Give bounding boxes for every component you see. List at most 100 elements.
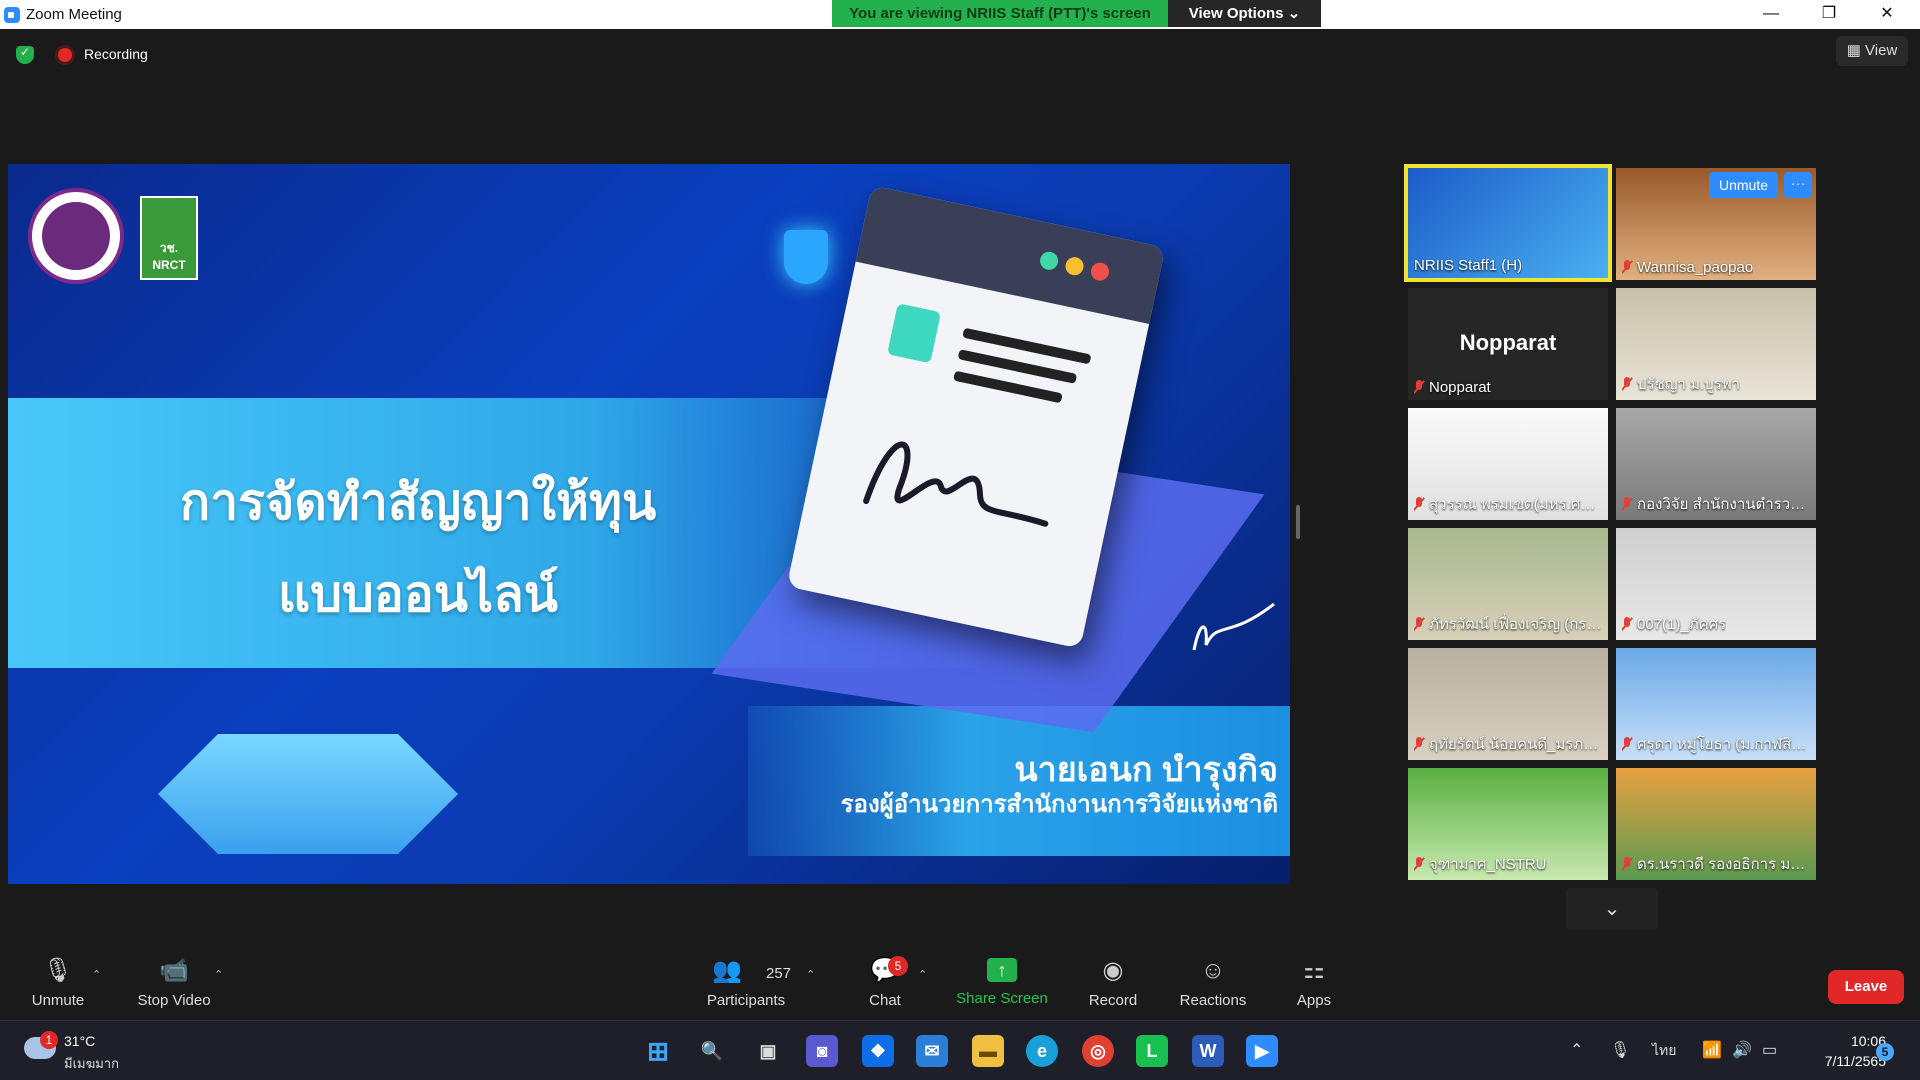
participant-tile[interactable]: ฤทัยรัตน์ น้อยคนดี_มรภ.ก... (1408, 648, 1608, 760)
unmute-button[interactable]: 🎙 Unmute (28, 957, 88, 1010)
participant-tile[interactable]: ปรัชญา ม.บูรพา (1616, 288, 1816, 400)
more-options-button[interactable]: ··· (1784, 172, 1812, 198)
participant-tile[interactable]: Nopparat Nopparat (1408, 288, 1608, 400)
muted-mic-icon (1622, 260, 1632, 274)
muted-mic-icon (1622, 377, 1632, 391)
muted-mic-icon (1622, 617, 1632, 631)
muted-mic-icon (1414, 737, 1424, 751)
muted-mic-icon (1414, 380, 1424, 394)
nrct-seal-logo (28, 188, 124, 284)
chrome-browser-icon[interactable]: ◎ (1082, 1035, 1114, 1067)
participant-name: สุวรรณ พรมเขต(มหร.ศรีวิ... (1429, 496, 1602, 513)
video-camera-icon: 📹 (159, 957, 189, 984)
shield-check-icon (784, 230, 828, 284)
apps-button[interactable]: ⚏ Apps (1292, 958, 1336, 1010)
windows-start-icon[interactable]: ⊞ (642, 1035, 674, 1067)
muted-microphone-icon: 🎙 (42, 957, 74, 984)
participant-name: ปรัชญา ม.บูรพา (1637, 376, 1741, 393)
participants-options-caret-icon[interactable]: ⌃ (806, 968, 815, 981)
encryption-shield-icon[interactable] (16, 45, 34, 64)
participant-name: ฤทัยรัตน์ น้อยคนดี_มรภ.ก... (1429, 736, 1602, 753)
close-button[interactable]: ✕ (1858, 0, 1916, 29)
participant-tile[interactable]: ภัทรวัฒน์ เฟื่องเจริญ (กรม... (1408, 528, 1608, 640)
zoom-taskbar-icon[interactable]: ▶ (1246, 1035, 1278, 1067)
ask-unmute-button[interactable]: Unmute (1708, 172, 1778, 198)
scroll-down-chevron-icon[interactable]: ⌄ (1566, 888, 1658, 930)
chat-unread-badge: 5 (888, 956, 908, 976)
participant-tile[interactable]: ดร.นราวดี รองอธิการ มรภ.... (1616, 768, 1816, 880)
participant-name: Nopparat (1429, 379, 1491, 396)
speaker-position: รองผู้อำนวยการสำนักงานการวิจัยแห่งชาติ (840, 791, 1278, 818)
slide-title: การจัดทำสัญญาให้ทุน แบบออนไลน์ (179, 474, 657, 622)
participant-tile[interactable]: ศรุดา หมู่โยธา (ม.กาฬสินธุ์) (1616, 648, 1816, 760)
search-icon[interactable]: 🔍 (696, 1035, 728, 1067)
task-view-icon[interactable]: ▣ (752, 1035, 784, 1067)
share-screen-button[interactable]: ↑ Share Screen (954, 958, 1050, 1007)
window-title: Zoom Meeting (26, 6, 122, 23)
microphone-tray-icon[interactable]: 🎙 (1610, 1040, 1630, 1060)
restore-button[interactable]: ❐ (1800, 0, 1858, 29)
muted-mic-icon (1622, 857, 1632, 871)
participant-tile[interactable]: Unmute ··· Wannisa_paopao (1616, 168, 1816, 280)
participants-count: 257 (766, 965, 792, 982)
hexagon-graphic (158, 734, 458, 854)
mail-icon[interactable]: ✉ (916, 1035, 948, 1067)
recording-icon[interactable] (58, 48, 72, 62)
reactions-button[interactable]: ☺ Reactions (1178, 957, 1248, 1010)
dropbox-icon[interactable]: ❖ (862, 1035, 894, 1067)
participant-display-name: Nopparat (1459, 330, 1557, 355)
share-screen-arrow-icon: ↑ (987, 958, 1017, 982)
recording-label: Recording (84, 46, 148, 62)
muted-mic-icon (1414, 497, 1424, 511)
chat-options-caret-icon[interactable]: ⌃ (918, 968, 927, 981)
leave-button[interactable]: Leave (1828, 970, 1904, 1004)
edge-browser-icon[interactable]: e (1026, 1035, 1058, 1067)
participant-tile[interactable]: 007(1)_ภัคศร (1616, 528, 1816, 640)
input-language[interactable]: ไทย (1652, 1040, 1676, 1062)
wifi-icon[interactable]: 📶 (1702, 1040, 1722, 1060)
view-options-button[interactable]: View Options ⌄ (1168, 0, 1321, 27)
battery-icon[interactable]: ▭ (1762, 1040, 1777, 1060)
nrct-logo: วช. NRCT (140, 196, 198, 280)
participant-name: ศรุดา หมู่โยธา (ม.กาฬสินธุ์) (1637, 736, 1810, 753)
audio-options-caret-icon[interactable]: ⌃ (92, 968, 101, 981)
record-icon: ◉ (1102, 957, 1124, 984)
view-layout-button[interactable]: ▦ View (1836, 36, 1908, 66)
teams-chat-icon[interactable]: ◙ (806, 1035, 838, 1067)
participant-name: จุฑามาศ_NSTRU (1429, 856, 1547, 873)
notification-count-badge[interactable]: 5 (1876, 1043, 1894, 1061)
minimize-button[interactable]: — (1742, 0, 1800, 29)
split-divider-handle[interactable] (1296, 505, 1300, 539)
stop-video-button[interactable]: 📹 Stop Video (132, 957, 216, 1010)
muted-mic-icon (1622, 497, 1632, 511)
participant-tile[interactable]: NRIIS Staff1 (H) (1404, 164, 1612, 282)
participant-tile[interactable]: สุวรรณ พรมเขต(มหร.ศรีวิ... (1408, 408, 1608, 520)
participant-name: NRIIS Staff1 (H) (1414, 257, 1523, 274)
participant-tile[interactable]: จุฑามาศ_NSTRU (1408, 768, 1608, 880)
participant-name: 007(1)_ภัคศร (1637, 616, 1727, 633)
shared-screen: วช. NRCT การจัดทำสัญญาให้ทุน แบบออนไลน์ … (8, 164, 1290, 884)
viewing-screen-banner: You are viewing NRIIS Staff (PTT)'s scre… (832, 0, 1168, 27)
title-bar: Zoom Meeting You are viewing NRIIS Staff… (0, 0, 1920, 29)
muted-mic-icon (1414, 857, 1424, 871)
show-hidden-icons-caret-icon[interactable]: ⌃ (1570, 1040, 1583, 1060)
signature-icon (863, 441, 1049, 527)
clock-date[interactable]: 7/11/2565 (1792, 1053, 1886, 1069)
word-icon[interactable]: W (1192, 1035, 1224, 1067)
muted-mic-icon (1414, 617, 1424, 631)
participant-name: ภัทรวัฒน์ เฟื่องเจริญ (กรม... (1429, 616, 1602, 633)
reactions-smiley-icon: ☺ (1200, 957, 1226, 984)
weather-description[interactable]: มีเมฆมาก (64, 1053, 119, 1074)
participant-name: กองวิจัย สำนักงานตำรวจแ... (1637, 496, 1810, 513)
participant-name: Wannisa_paopao (1637, 259, 1754, 276)
weather-temperature[interactable]: 31°C (64, 1033, 95, 1049)
line-app-icon[interactable]: L (1136, 1035, 1168, 1067)
volume-icon[interactable]: 🔊 (1732, 1040, 1752, 1060)
windows-taskbar: 1 31°C มีเมฆมาก ⊞ 🔍 ▣ ◙ ❖ ✉ ▬ e ◎ L W ▶ … (0, 1020, 1920, 1080)
weather-alert-badge: 1 (40, 1031, 58, 1049)
record-button[interactable]: ◉ Record (1086, 957, 1140, 1010)
file-explorer-icon[interactable]: ▬ (972, 1035, 1004, 1067)
lock-icon (887, 303, 941, 364)
participant-tile[interactable]: กองวิจัย สำนักงานตำรวจแ... (1616, 408, 1816, 520)
video-options-caret-icon[interactable]: ⌃ (214, 968, 223, 981)
